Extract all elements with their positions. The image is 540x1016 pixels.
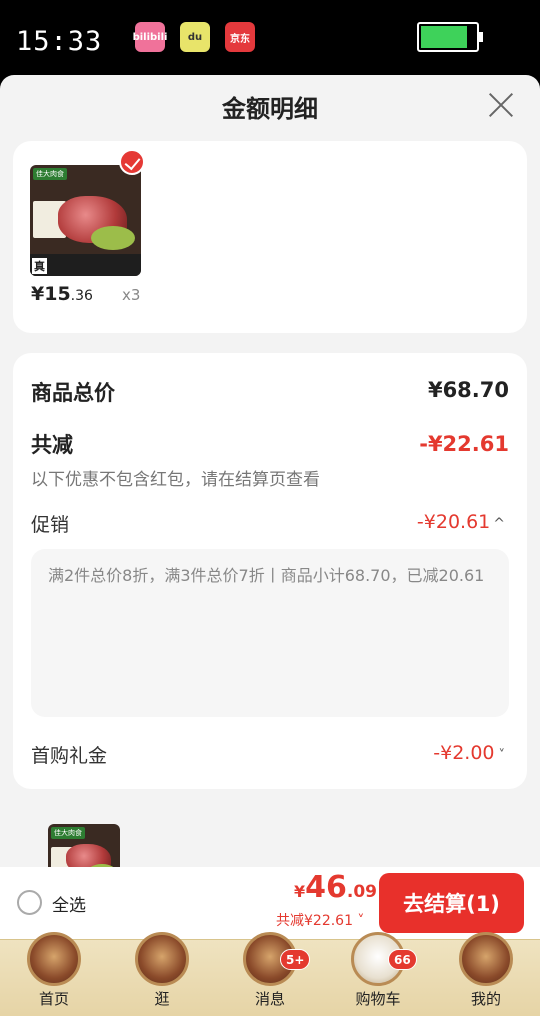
jd-app-icon: 京东 xyxy=(225,22,255,52)
tab-home-label: 首页 xyxy=(38,990,69,1008)
battery-tip xyxy=(479,32,483,42)
discount-label: 共减 xyxy=(31,433,73,457)
goods-total-value: ¥68.70 xyxy=(427,378,509,402)
summary-card: 商品总价 ¥68.70 共减 -¥22.61 以下优惠不包含红包，请在结算页查看… xyxy=(13,353,527,896)
product-thumbnail[interactable]: 佳大肉食 真 xyxy=(30,165,141,276)
first-purchase-label: 首购礼金 xyxy=(31,745,108,767)
tab-messages-label: 消息 xyxy=(254,990,285,1008)
cart-badge: 66 xyxy=(388,949,417,970)
home-icon xyxy=(27,932,81,986)
tab-profile[interactable]: 我的 xyxy=(432,932,540,1016)
total-dec: .09 xyxy=(346,882,378,902)
item-quantity: x3 xyxy=(122,286,141,304)
battery-level xyxy=(421,26,467,48)
item-price-decimal: .36 xyxy=(70,288,93,304)
item-price-main: ¥15 xyxy=(31,283,71,305)
close-icon[interactable] xyxy=(484,87,520,123)
promo-detail-box: 满2件总价8折，满3件总价7折丨商品小计68.70，已减20.61 xyxy=(31,549,509,717)
item-price: ¥15.36 xyxy=(31,283,93,305)
tab-home[interactable]: 首页 xyxy=(0,932,108,1016)
total-discount-toggle[interactable]: 共减¥22.61 ˅ xyxy=(276,910,364,930)
status-time: 15:33 xyxy=(16,26,103,57)
cart-bar: 全选 ¥46.09 共减¥22.61 ˅ 去结算(1) xyxy=(0,867,540,939)
du-app-icon: du xyxy=(180,22,210,52)
promo-toggle[interactable]: -¥20.61 xyxy=(417,511,505,533)
battery-icon xyxy=(417,22,479,52)
promo-label: 促销 xyxy=(31,514,70,536)
total-int: 46 xyxy=(305,870,347,905)
thumb-badge: 真 xyxy=(32,258,47,274)
discount-value: -¥22.61 xyxy=(419,432,509,456)
first-purchase-value: -¥2.00 xyxy=(433,742,495,764)
promo-detail-text: 满2件总价8折，满3件总价7折丨商品小计68.70，已减20.61 xyxy=(48,566,485,585)
thumb-leaf xyxy=(91,226,136,251)
promo-value: -¥20.61 xyxy=(416,511,491,533)
total-price: ¥46.09 xyxy=(294,870,377,905)
checkout-button[interactable]: 去结算(1) xyxy=(379,873,524,933)
messages-badge: 5+ xyxy=(280,949,311,970)
item-card: 佳大肉食 真 ¥15.36 x3 xyxy=(13,141,527,333)
tab-browse-label: 逛 xyxy=(154,990,170,1008)
tab-profile-label: 我的 xyxy=(470,990,501,1008)
profile-icon xyxy=(459,932,513,986)
browse-icon xyxy=(135,932,189,986)
tab-browse[interactable]: 逛 xyxy=(108,932,216,1016)
bottom-tab-bar: 首页 逛 5+ 消息 66 购物车 我的 xyxy=(0,932,540,1016)
goods-total-label: 商品总价 xyxy=(31,381,115,405)
sheet-title: 金额明细 xyxy=(222,95,318,123)
first-purchase-toggle[interactable]: -¥2.00 xyxy=(433,742,505,764)
bilibili-app-icon: bilibili xyxy=(133,22,167,52)
tab-cart-label: 购物车 xyxy=(355,990,401,1008)
amount-detail-sheet: 金额明细 佳大肉食 真 ¥15.36 x3 商品总价 ¥68.70 共减 -¥2… xyxy=(0,75,540,896)
discount-note: 以下优惠不包含红包，请在结算页查看 xyxy=(31,470,320,490)
select-all-label[interactable]: 全选 xyxy=(52,891,86,916)
tab-messages[interactable]: 5+ 消息 xyxy=(216,932,324,1016)
thumb-brand-tag-small: 佳大肉食 xyxy=(51,827,85,839)
thumb-brand-tag: 佳大肉食 xyxy=(33,168,67,180)
total-yen: ¥ xyxy=(294,882,306,901)
selected-check-icon xyxy=(119,149,145,175)
status-bar: 15:33 bilibili du 京东 xyxy=(0,0,540,75)
tab-cart[interactable]: 66 购物车 xyxy=(324,932,432,1016)
select-all-checkbox[interactable] xyxy=(17,890,42,915)
